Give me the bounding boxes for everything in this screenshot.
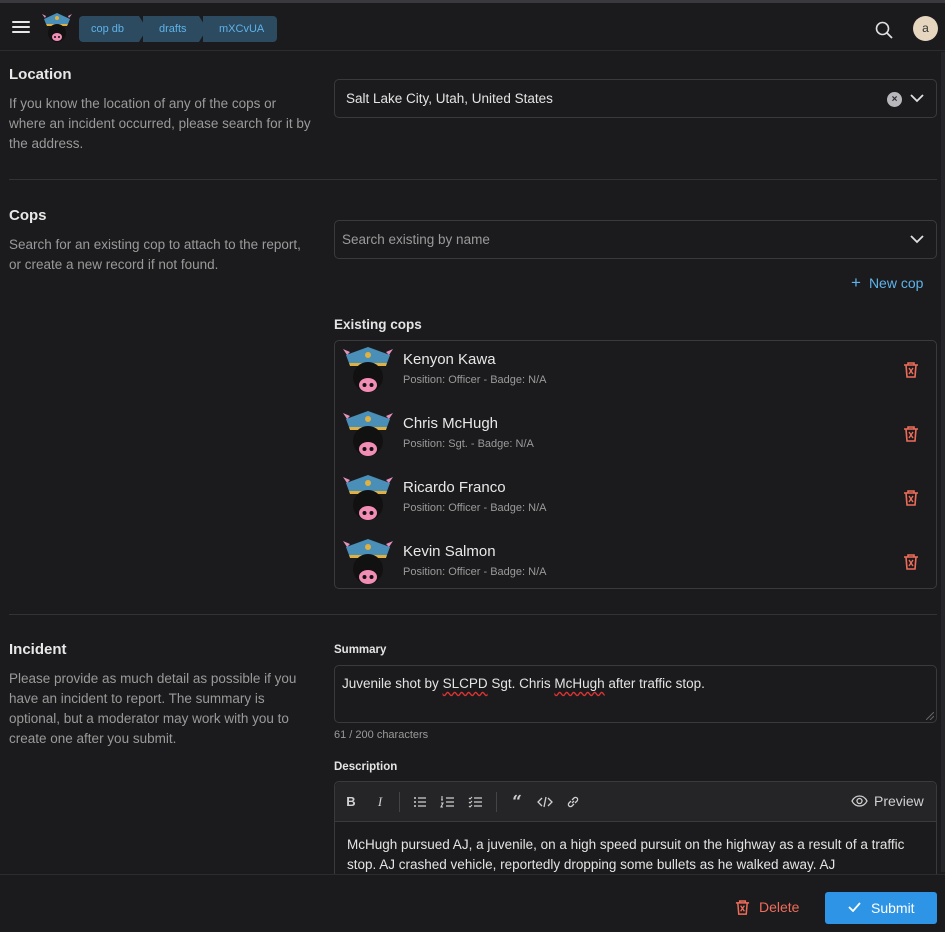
trash-icon[interactable] <box>903 425 919 443</box>
location-value: Salt Lake City, Utah, United States <box>346 91 553 106</box>
location-title: Location <box>9 66 72 83</box>
new-cop-button[interactable]: + New cop <box>851 273 923 293</box>
breadcrumb-item-drafts[interactable]: drafts <box>143 16 207 42</box>
cop-meta: Position: Officer - Badge: N/A <box>403 566 547 578</box>
cop-search-placeholder: Search existing by name <box>342 232 490 247</box>
summary-text-part: Sgt. Chris <box>487 676 555 691</box>
chevron-down-icon[interactable] <box>910 235 924 244</box>
task-list-icon[interactable] <box>468 794 484 810</box>
breadcrumb-item-draft-id[interactable]: mXCvUA <box>203 16 277 42</box>
breadcrumb-item-cop-db[interactable]: cop db <box>79 16 147 42</box>
summary-text-misspelled: SLCPD <box>442 676 488 691</box>
delete-button[interactable]: Delete <box>735 899 799 916</box>
cop-name: Kevin Salmon <box>403 543 496 560</box>
chevron-down-icon[interactable] <box>910 94 924 103</box>
summary-text-part: Juvenile shot by <box>342 676 443 691</box>
location-description: If you know the location of any of the c… <box>9 96 311 151</box>
breadcrumb-label: cop db <box>91 23 125 35</box>
cop-name: Ricardo Franco <box>403 479 506 496</box>
preview-label: Preview <box>874 793 924 809</box>
bold-icon[interactable]: B <box>343 794 359 810</box>
check-icon <box>848 902 861 912</box>
delete-label: Delete <box>759 899 800 915</box>
location-select[interactable]: Salt Lake City, Utah, United States × <box>334 79 937 118</box>
incident-title: Incident <box>9 641 67 658</box>
summary-label: Summary <box>334 644 387 656</box>
trash-icon[interactable] <box>903 553 919 571</box>
summary-text-misspelled: McHugh <box>554 676 605 691</box>
submit-button[interactable]: Submit <box>825 892 937 924</box>
submit-label: Submit <box>871 900 915 916</box>
cop-avatar-icon <box>343 347 393 392</box>
cop-list-item[interactable]: Chris McHugh Position: Sgt. - Badge: N/A <box>335 405 936 469</box>
cop-list-item[interactable]: Ricardo Franco Position: Officer - Badge… <box>335 469 936 533</box>
bullet-list-icon[interactable] <box>412 794 428 810</box>
trash-icon <box>735 900 750 915</box>
incident-description: Please provide as much detail as possibl… <box>9 671 297 746</box>
description-text: McHugh pursued AJ, a juvenile, on a high… <box>347 837 905 872</box>
numbered-list-icon[interactable] <box>440 794 456 810</box>
plus-icon: + <box>851 273 861 292</box>
char-count: 61 / 200 characters <box>334 729 429 741</box>
logo-icon[interactable] <box>42 9 72 43</box>
clear-icon[interactable]: × <box>887 92 902 107</box>
quote-icon[interactable]: “ <box>509 794 525 811</box>
trash-icon[interactable] <box>903 489 919 507</box>
resize-handle-icon[interactable] <box>926 712 934 720</box>
section-divider <box>9 179 937 180</box>
link-icon[interactable] <box>565 794 581 810</box>
cops-title: Cops <box>9 207 47 224</box>
cop-name: Kenyon Kawa <box>403 351 496 368</box>
cop-avatar-icon <box>343 475 393 520</box>
existing-cops-label: Existing cops <box>334 317 422 332</box>
user-avatar[interactable]: a <box>913 16 938 41</box>
cop-search-select[interactable]: Search existing by name <box>334 220 937 259</box>
existing-cops-list: Kenyon Kawa Position: Officer - Badge: N… <box>334 340 937 589</box>
cop-list-item[interactable]: Kenyon Kawa Position: Officer - Badge: N… <box>335 341 936 405</box>
description-label: Description <box>334 761 398 773</box>
italic-icon[interactable]: I <box>372 794 388 810</box>
cop-avatar-icon <box>343 539 393 584</box>
breadcrumb: cop db drafts mXCvUA <box>79 16 281 42</box>
toolbar-separator <box>496 792 497 812</box>
eye-icon <box>851 795 868 807</box>
cop-meta: Position: Officer - Badge: N/A <box>403 502 547 514</box>
cop-name: Chris McHugh <box>403 415 499 432</box>
scrollbar[interactable] <box>941 52 945 872</box>
cop-avatar-icon <box>343 411 393 456</box>
cop-list-item[interactable]: Kevin Salmon Position: Officer - Badge: … <box>335 533 936 597</box>
trash-icon[interactable] <box>903 361 919 379</box>
code-icon[interactable] <box>537 794 553 810</box>
summary-textarea[interactable]: Juvenile shot by SLCPD Sgt. Chris McHugh… <box>334 665 937 723</box>
summary-text-part: after traffic stop. <box>604 676 705 691</box>
top-bar: cop db drafts mXCvUA a <box>0 0 945 51</box>
summary-text: Juvenile shot by SLCPD Sgt. Chris McHugh… <box>342 676 705 691</box>
breadcrumb-label: drafts <box>159 23 187 35</box>
search-icon[interactable] <box>874 20 894 40</box>
breadcrumb-label: mXCvUA <box>219 23 265 35</box>
cop-meta: Position: Sgt. - Badge: N/A <box>403 438 534 450</box>
new-cop-label: New cop <box>868 275 924 291</box>
form-footer: Delete Submit <box>0 874 945 932</box>
cop-meta: Position: Officer - Badge: N/A <box>403 374 547 386</box>
cops-description: Search for an existing cop to attach to … <box>9 237 301 272</box>
editor-toolbar: B I “ Preview <box>335 782 936 822</box>
section-divider <box>9 614 937 615</box>
toolbar-separator <box>399 792 400 812</box>
menu-icon[interactable] <box>11 18 31 38</box>
preview-button[interactable]: Preview <box>851 793 924 809</box>
